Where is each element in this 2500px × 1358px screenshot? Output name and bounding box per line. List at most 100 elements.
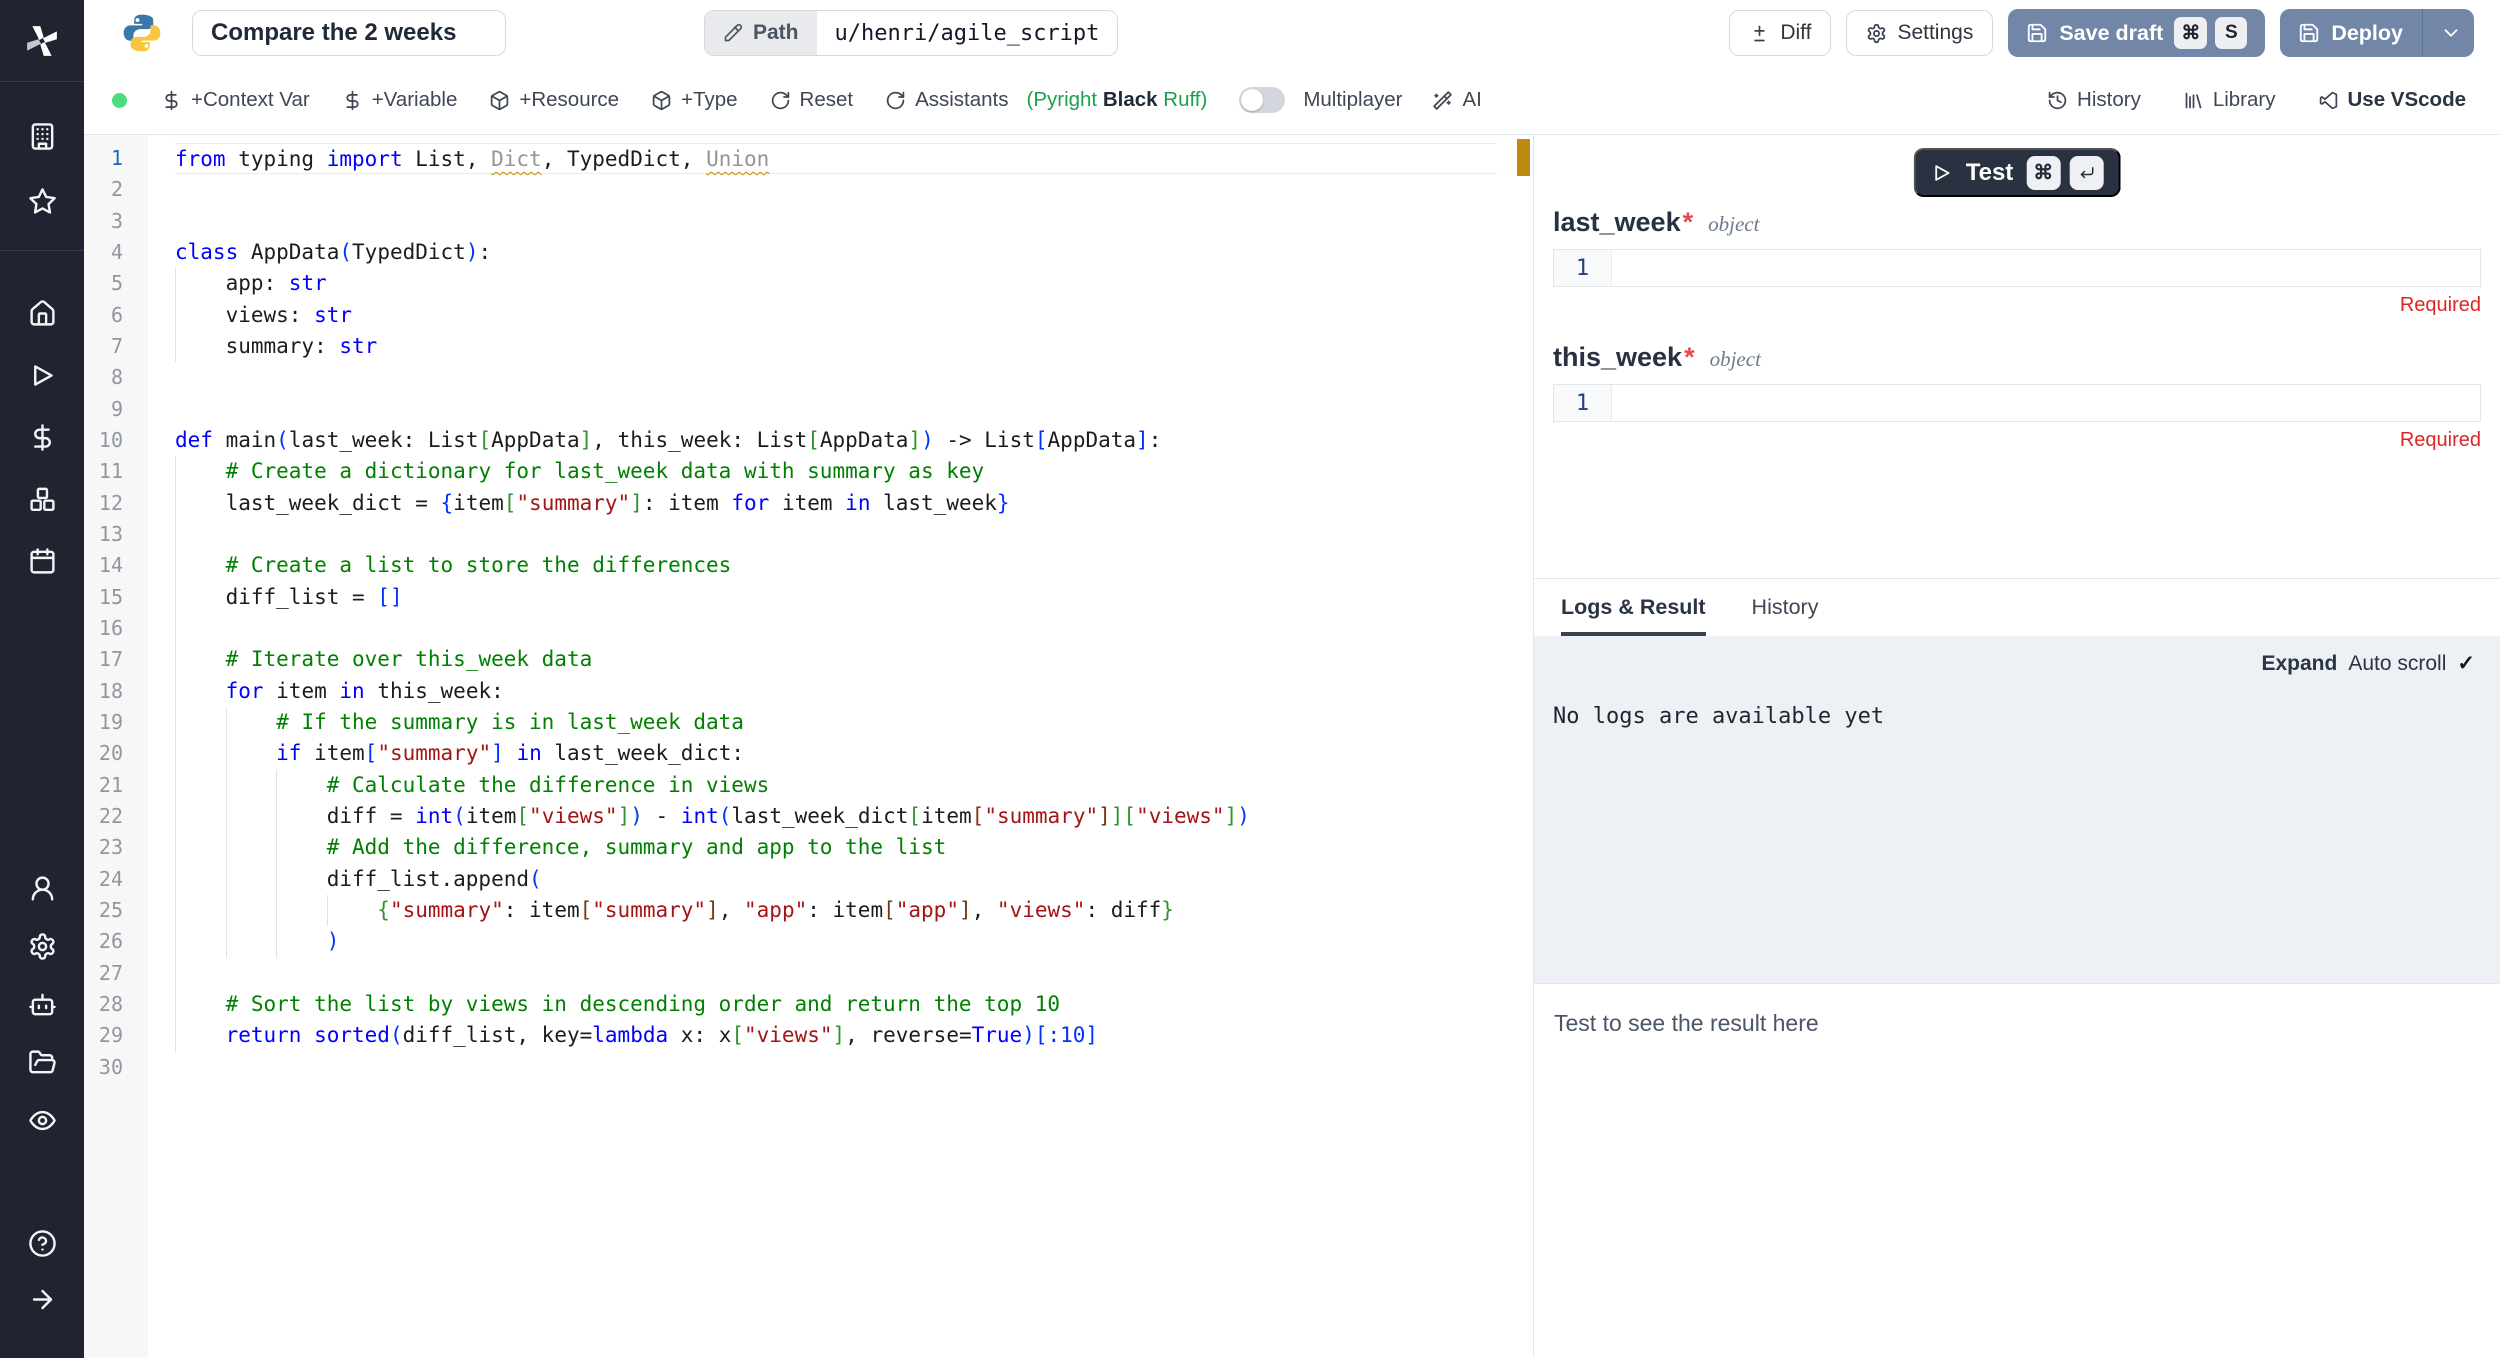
indent-guide [175,801,176,832]
auto-scroll-toggle[interactable]: Auto scroll [2348,652,2446,676]
toolbar-history-button[interactable]: History [2047,88,2141,112]
chevron-down-icon [2440,22,2462,44]
help-circle-icon[interactable] [28,1229,57,1258]
deploy-dropdown[interactable] [2436,22,2466,44]
indent-guide [175,613,176,644]
script-arguments: last_week*object1Requiredthis_week*objec… [1553,207,2481,477]
code-editor[interactable]: 1234567891011121314151617181920212223242… [84,135,1533,1358]
line-number: 10 [84,425,148,456]
deploy-button[interactable]: Deploy [2280,9,2474,57]
editor-toolbar: +Context Var +Variable +Resource +Type Reset… [84,66,2500,135]
test-button[interactable]: Test ⌘ [1914,148,2121,197]
line-number: 7 [84,331,148,362]
save-draft-button[interactable]: Save draft ⌘S [2008,9,2265,57]
line-number: 5 [84,268,148,299]
indent-guide [175,1020,176,1051]
required-message: Required [1553,294,2481,317]
code-line-15: diff_list = [] [175,582,1497,613]
code-line-24: diff_list.append( [175,864,1497,895]
dollar-icon [161,90,182,111]
indent-guide [327,895,328,926]
code-line-16 [175,613,1497,644]
arg-json-input[interactable]: 1 [1553,384,2481,422]
script-header: Path u/henri/agile_script Diff Settings … [84,0,2500,66]
line-number: 30 [84,1052,148,1083]
toolbar-variable-button[interactable]: +Variable [342,88,458,112]
code-line-25: {"summary": item["summary"], "app": item… [175,895,1497,926]
settings-button-label: Settings [1897,21,1973,45]
ai-button[interactable]: AI [1432,88,1481,112]
star-icon[interactable] [28,187,57,216]
expand-logs-button[interactable]: Expand [2261,652,2337,676]
code-line-17: # Iterate over this_week data [175,644,1497,675]
toolbar-reset-button[interactable]: Reset [770,88,854,112]
check-icon[interactable]: ✓ [2457,651,2475,676]
package-icon [651,90,672,111]
toolbar-library-button[interactable]: Library [2183,88,2276,112]
toolbar-type-button[interactable]: +Type [651,88,737,112]
python-icon [120,11,164,55]
home-icon[interactable] [28,299,57,328]
arg-json-input[interactable]: 1 [1553,249,2481,287]
path-control[interactable]: Path u/henri/agile_script [704,10,1118,56]
toolbar-resource-button[interactable]: +Resource [489,88,619,112]
user-icon[interactable] [28,874,57,903]
history-icon [2047,90,2068,111]
play-icon[interactable] [28,361,57,390]
indent-guide [226,895,227,926]
diff-button[interactable]: Diff [1729,10,1831,56]
dollar-icon[interactable] [28,423,57,452]
code-line-21: # Calculate the difference in views [175,770,1497,801]
code-line-28: # Sort the list by views in descending o… [175,989,1497,1020]
code-line-27 [175,958,1497,989]
calendar-icon[interactable] [28,547,57,576]
indent-guide [175,331,176,362]
settings-button[interactable]: Settings [1846,10,1993,56]
indent-guide [276,864,277,895]
line-number: 21 [84,770,148,801]
eye-icon[interactable] [28,1106,57,1135]
tab-history[interactable]: History [1752,579,1819,636]
code-line-2 [175,174,1497,205]
windmill-logo-icon[interactable] [0,0,84,82]
line-number: 4 [84,237,148,268]
multiplayer-toggle[interactable] [1239,87,1285,113]
toolbar-assistants-button[interactable]: Assistants [885,88,1008,112]
assistants-pyright: Pyright [1033,88,1097,111]
toolbar-context-var-button[interactable]: +Context Var [161,88,310,112]
tab-logs-result[interactable]: Logs & Result [1561,579,1706,636]
ai-label: AI [1462,88,1481,112]
gear-icon[interactable] [28,932,57,961]
assistants-status: (Pyright Black Ruff) [1027,88,1208,112]
tab-label: Logs & Result [1561,595,1706,620]
indent-guide [175,832,176,863]
building-icon[interactable] [28,122,57,151]
assistants-status-close: ) [1201,88,1208,111]
connection-status-dot [112,93,127,108]
deploy-label: Deploy [2331,21,2403,46]
line-number: 29 [84,1020,148,1051]
indent-guide [276,801,277,832]
bot-icon[interactable] [28,990,57,1019]
code-line-4: class AppData(TypedDict): [175,237,1497,268]
arrow-right-icon[interactable] [28,1285,57,1314]
indent-guide [175,268,176,299]
diff-icon [1749,23,1770,44]
code-line-3 [175,206,1497,237]
result-panel: Test to see the result here [1534,983,2500,1358]
boxes-icon[interactable] [28,485,57,514]
line-number: 16 [84,613,148,644]
input-edit-area[interactable] [1612,385,2480,421]
toolbar-use-vscode-button[interactable]: Use VScode [2318,88,2467,112]
logs-panel: Expand Auto scroll ✓ No logs are availab… [1534,636,2500,983]
gear-icon [1866,23,1887,44]
assistants-ruff: Ruff [1163,88,1200,111]
sidebar-divider [0,250,84,251]
toolbar-button-label: Assistants [915,88,1008,112]
toolbar-button-label: +Resource [519,88,619,112]
script-title-input[interactable] [192,10,506,56]
code-line-30 [175,1052,1497,1083]
indent-guide [175,676,176,707]
input-edit-area[interactable] [1612,250,2480,286]
folder-open-icon[interactable] [28,1048,57,1077]
